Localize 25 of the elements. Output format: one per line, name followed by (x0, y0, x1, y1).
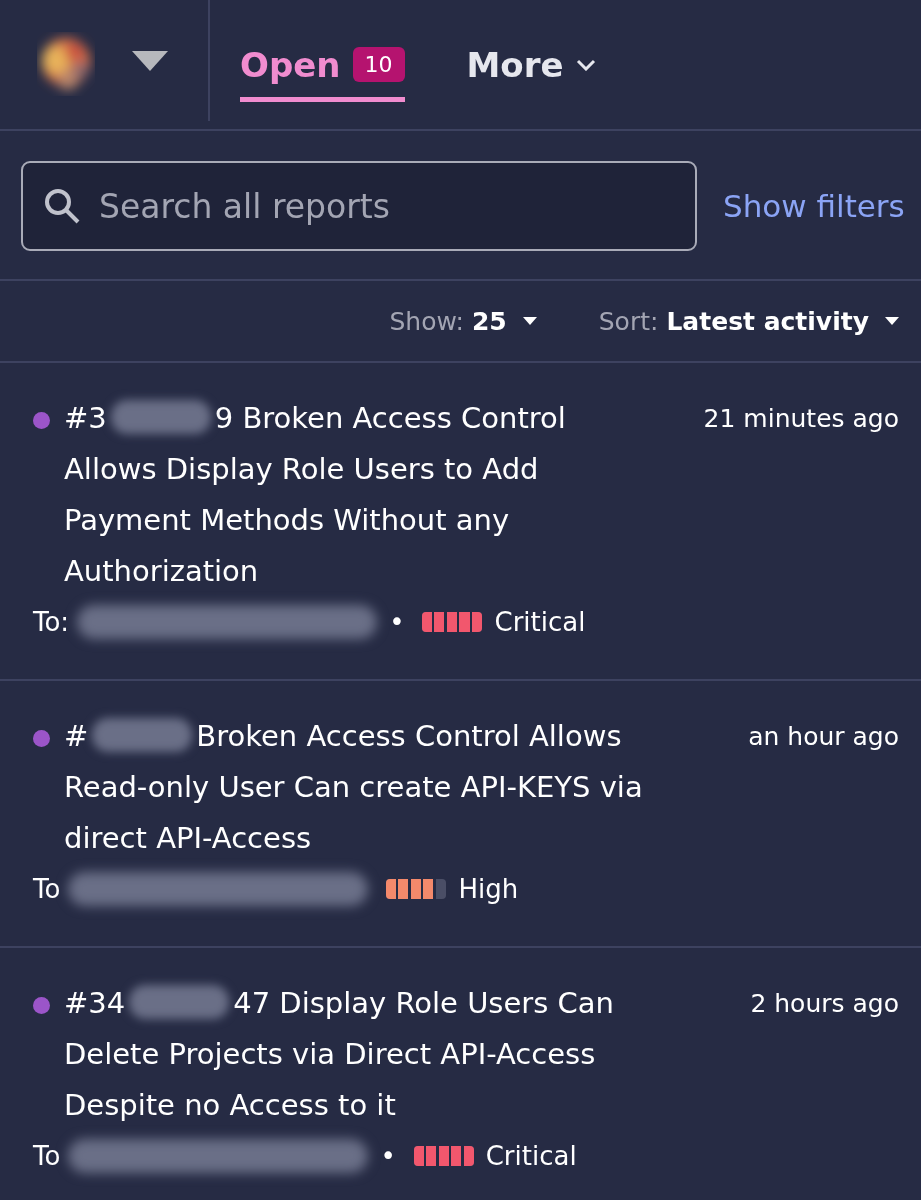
show-filters-link[interactable]: Show filters (723, 188, 905, 224)
count-badge: 10 (352, 47, 405, 82)
recipient-label: To (33, 1141, 61, 1171)
chevron-down-icon (575, 58, 596, 71)
search-field[interactable]: Search all reports (21, 161, 697, 251)
show-dropdown[interactable]: Show: 25 (389, 306, 537, 336)
caret-icon (885, 317, 899, 325)
sort-dropdown[interactable]: Sort: Latest activity (598, 306, 899, 336)
recipient-label: To (33, 874, 61, 904)
caret-icon (522, 317, 537, 325)
report-title[interactable]: #3 9 Broken Access Control Allows Display Role Users to Add Payment Methods Without any Authorization (64, 393, 704, 597)
tab[interactable]: Open 10 (240, 0, 405, 129)
recipient-label: To: (33, 607, 70, 637)
report-title[interactable]: # Broken Access Control Allows Read-only User Can create API-KEYS via direct API-Access (64, 711, 749, 864)
separator: • (389, 607, 405, 637)
timestamp: 2 hours ago (750, 988, 899, 1020)
timestamp: an hour ago (748, 721, 899, 753)
severity-label: Critical (494, 607, 586, 637)
timestamp: 21 minutes ago (703, 403, 899, 435)
tab[interactable]: More (466, 0, 596, 129)
separator: • (380, 1141, 396, 1171)
severity-label: Critical (485, 1141, 577, 1171)
caret-icon[interactable] (132, 50, 168, 71)
severity-label: High (458, 874, 519, 904)
report-title[interactable]: #34 47 Display Role Users Can Delete Projects via Direct API-Access Despite no Access to it (64, 978, 751, 1131)
